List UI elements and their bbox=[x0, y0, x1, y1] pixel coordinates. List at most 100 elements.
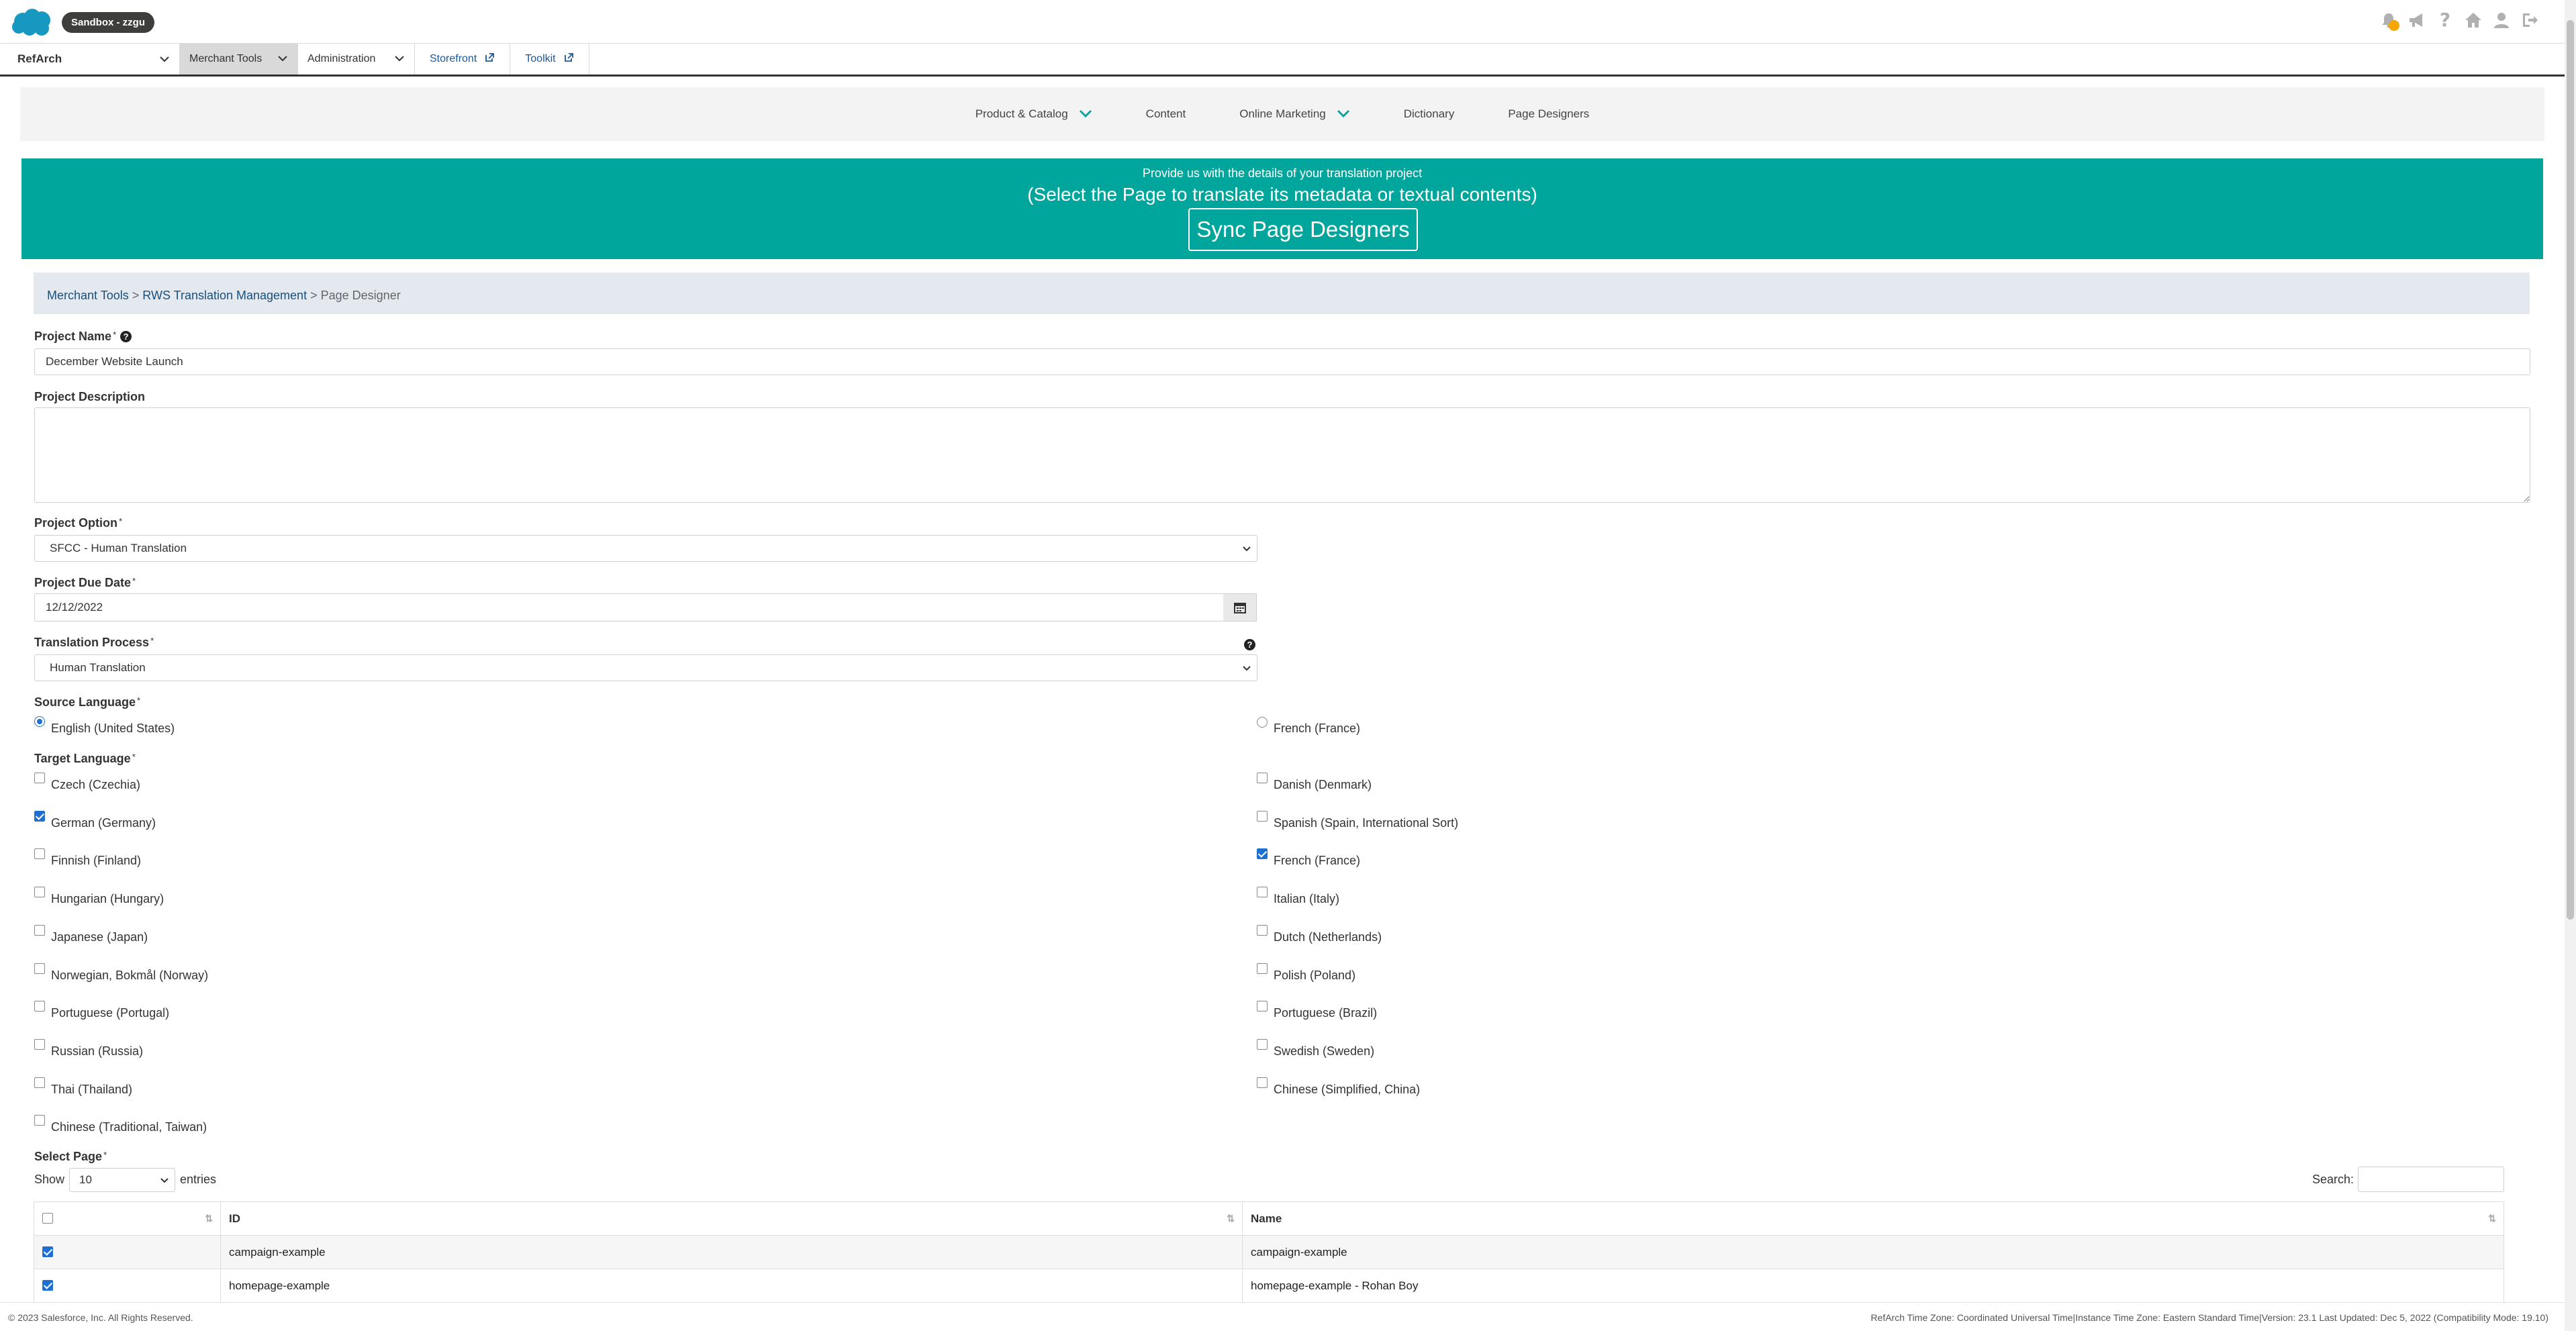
row-checkbox[interactable] bbox=[42, 1280, 53, 1291]
project-description-textarea[interactable] bbox=[34, 407, 2530, 503]
notification-badge bbox=[2389, 20, 2399, 31]
translation-process-value: Human Translation bbox=[50, 661, 146, 674]
project-name-label: Project Name *? bbox=[34, 330, 132, 344]
column-header-name[interactable]: Name ⇅ bbox=[1242, 1201, 2504, 1236]
home-icon[interactable] bbox=[2463, 9, 2484, 31]
table-header-row: ⇅ ID ⇅ Name ⇅ bbox=[34, 1201, 2504, 1236]
entries-select[interactable]: 10 bbox=[69, 1168, 175, 1192]
row-checkbox[interactable] bbox=[42, 1246, 53, 1257]
target-language-label-text: Target Language bbox=[34, 752, 131, 765]
nav-product-catalog[interactable]: Product & Catalog bbox=[975, 107, 1092, 121]
sandbox-badge: Sandbox - zzgu bbox=[62, 12, 154, 33]
source-lang-radio-french[interactable] bbox=[1257, 717, 1268, 728]
module-navigation: Product & Catalog Content Online Marketi… bbox=[20, 87, 2544, 141]
project-option-select[interactable]: SFCC - Human Translation bbox=[34, 535, 1257, 562]
target-lang-checkbox[interactable] bbox=[1257, 1038, 1268, 1050]
target-lang-label: French (France) bbox=[1274, 854, 1361, 868]
breadcrumb-separator: > bbox=[132, 289, 140, 302]
menu-toolkit-link[interactable]: Toolkit bbox=[510, 44, 589, 75]
due-date-input[interactable] bbox=[34, 593, 1224, 622]
project-name-label-text: Project Name bbox=[34, 330, 112, 343]
target-lang-checkbox[interactable] bbox=[34, 1115, 45, 1126]
sync-page-designers-button[interactable]: Sync Page Designers bbox=[1188, 208, 1418, 251]
show-label: Show bbox=[34, 1173, 65, 1186]
entries-label: entries bbox=[180, 1173, 217, 1186]
breadcrumb: Merchant Tools > RWS Translation Managem… bbox=[34, 273, 2530, 314]
target-lang-checkbox[interactable] bbox=[34, 810, 45, 822]
nav-dictionary[interactable]: Dictionary bbox=[1404, 107, 1455, 121]
nav-online-marketing[interactable]: Online Marketing bbox=[1239, 107, 1350, 121]
target-lang-checkbox[interactable] bbox=[34, 848, 45, 860]
page-id-cell: campaign-example bbox=[220, 1235, 1243, 1269]
sort-icon[interactable]: ⇅ bbox=[205, 1213, 213, 1224]
breadcrumb-rws-translation[interactable]: RWS Translation Management bbox=[142, 289, 307, 302]
scrollbar-thumb[interactable] bbox=[2567, 20, 2574, 920]
nav-product-catalog-label: Product & Catalog bbox=[975, 107, 1068, 120]
nav-content[interactable]: Content bbox=[1146, 107, 1186, 121]
source-lang-label-french: French (France) bbox=[1274, 722, 1361, 735]
nav-page-designers-label: Page Designers bbox=[1508, 107, 1590, 120]
column-header-id[interactable]: ID ⇅ bbox=[220, 1201, 1243, 1236]
external-link-icon bbox=[485, 52, 495, 66]
project-name-input[interactable] bbox=[34, 348, 2530, 375]
target-lang-checkbox[interactable] bbox=[34, 1077, 45, 1088]
footer: © 2023 Salesforce, Inc. All Rights Reser… bbox=[0, 1302, 2565, 1331]
target-lang-checkbox[interactable] bbox=[34, 1001, 45, 1012]
logout-icon[interactable] bbox=[2519, 9, 2540, 31]
help-icon[interactable]: ? bbox=[120, 331, 132, 342]
table-row[interactable]: homepage-example homepage-example - Rohan… bbox=[34, 1269, 2504, 1303]
target-lang-label: Czech (Czechia) bbox=[51, 778, 141, 791]
target-lang-label: Chinese (Traditional, Taiwan) bbox=[51, 1120, 207, 1134]
search-input[interactable] bbox=[2358, 1167, 2504, 1192]
main-menu-bar: RefArch Merchant Tools Administration St… bbox=[0, 43, 2565, 77]
target-lang-label: Finnish (Finland) bbox=[51, 854, 142, 868]
breadcrumb-merchant-tools[interactable]: Merchant Tools bbox=[47, 289, 129, 302]
target-lang-label: Dutch (Netherlands) bbox=[1274, 930, 1382, 944]
sort-icon[interactable]: ⇅ bbox=[2488, 1213, 2496, 1224]
nav-content-label: Content bbox=[1145, 107, 1186, 120]
target-lang-checkbox[interactable] bbox=[1257, 924, 1268, 936]
salesforce-cloud-logo[interactable] bbox=[9, 7, 54, 41]
sort-icon[interactable]: ⇅ bbox=[1227, 1213, 1235, 1224]
breadcrumb-separator: > bbox=[310, 289, 318, 302]
target-lang-checkbox[interactable] bbox=[34, 1038, 45, 1050]
target-lang-checkbox[interactable] bbox=[1257, 1077, 1268, 1088]
nav-page-designers[interactable]: Page Designers bbox=[1508, 107, 1589, 121]
user-icon[interactable] bbox=[2491, 9, 2512, 31]
site-selector-label: RefArch bbox=[17, 52, 62, 65]
required-mark: * bbox=[132, 576, 136, 586]
site-selector[interactable]: RefArch bbox=[0, 44, 180, 75]
target-lang-checkbox[interactable] bbox=[1257, 810, 1268, 822]
target-lang-checkbox[interactable] bbox=[1257, 887, 1268, 898]
target-lang-checkbox[interactable] bbox=[34, 963, 45, 974]
target-lang-checkbox[interactable] bbox=[34, 924, 45, 936]
column-header-name-label: Name bbox=[1251, 1212, 1282, 1225]
notifications-icon[interactable] bbox=[2378, 9, 2399, 31]
calendar-icon[interactable] bbox=[1223, 593, 1257, 622]
source-lang-radio-english[interactable] bbox=[34, 716, 45, 727]
target-lang-label: Portuguese (Brazil) bbox=[1274, 1006, 1378, 1020]
target-lang-checkbox[interactable] bbox=[1257, 848, 1268, 860]
menu-storefront-link[interactable]: Storefront bbox=[415, 44, 511, 75]
page-scrollbar[interactable] bbox=[2565, 0, 2576, 1331]
target-lang-checkbox[interactable] bbox=[34, 773, 45, 783]
target-lang-label: Polish (Poland) bbox=[1274, 968, 1356, 982]
required-mark: * bbox=[137, 695, 141, 705]
app-header: Sandbox - zzgu ? bbox=[0, 0, 2565, 43]
target-lang-checkbox[interactable] bbox=[1257, 1001, 1268, 1012]
help-icon[interactable]: ? bbox=[1244, 639, 1255, 650]
table-row[interactable]: campaign-example campaign-example bbox=[34, 1235, 2504, 1269]
select-all-checkbox[interactable] bbox=[42, 1213, 53, 1224]
target-lang-checkbox[interactable] bbox=[1257, 773, 1268, 783]
project-option-label-text: Project Option bbox=[34, 516, 118, 530]
target-lang-checkbox[interactable] bbox=[34, 887, 45, 898]
help-icon[interactable]: ? bbox=[2434, 9, 2456, 31]
project-description-label: Project Description bbox=[34, 390, 146, 403]
menu-merchant-tools[interactable]: Merchant Tools bbox=[180, 44, 298, 75]
menu-administration[interactable]: Administration bbox=[298, 44, 415, 75]
translation-process-select[interactable]: Human Translation bbox=[34, 654, 1257, 681]
target-lang-checkbox[interactable] bbox=[1257, 963, 1268, 974]
megaphone-icon[interactable] bbox=[2406, 9, 2428, 31]
translation-process-label-text: Translation Process bbox=[34, 636, 150, 649]
required-mark: * bbox=[132, 752, 136, 762]
